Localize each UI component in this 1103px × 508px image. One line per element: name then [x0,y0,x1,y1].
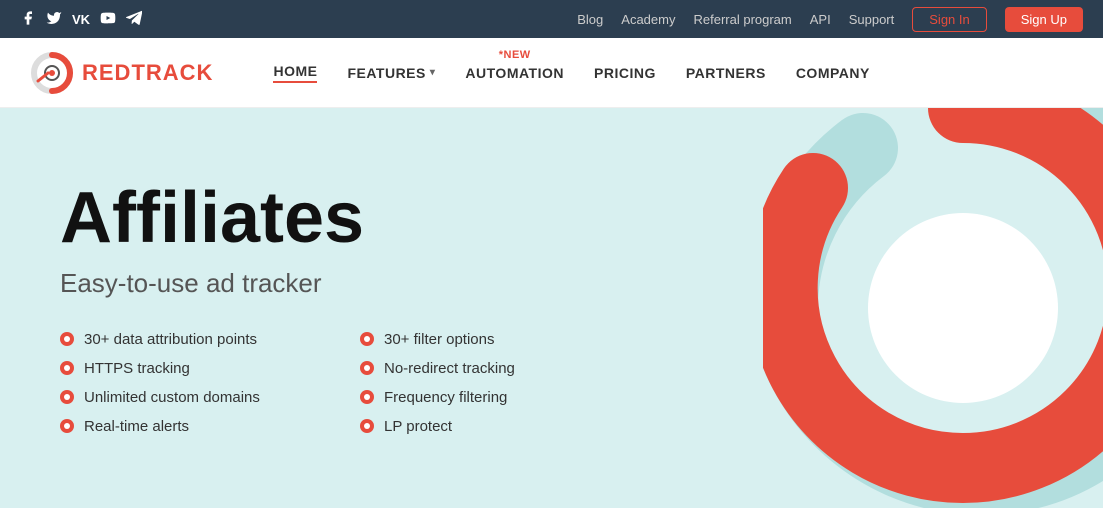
feature-item: 30+ filter options [360,331,620,348]
support-link[interactable]: Support [849,12,895,27]
features-list: 30+ data attribution points HTTPS tracki… [60,331,620,435]
feature-label: HTTPS tracking [84,360,190,377]
feature-label: 30+ data attribution points [84,331,257,348]
nav-bar: REDTRACK HOME FEATURES ▾ *NEW AUTOMATION… [0,38,1103,108]
top-nav-links: Blog Academy Referral program API Suppor… [577,7,1083,32]
bullet-icon [360,332,374,346]
bullet-icon [60,419,74,433]
api-link[interactable]: API [810,12,831,27]
twitter-icon[interactable] [46,10,62,29]
feature-item: Real-time alerts [60,418,320,435]
logo-text: REDTRACK [82,60,213,86]
feature-label: Real-time alerts [84,418,189,435]
top-bar: VK Blog Academy Referral program API Sup… [0,0,1103,38]
signin-button[interactable]: Sign In [912,7,986,32]
telegram-icon[interactable] [126,10,142,29]
nav-pricing[interactable]: PRICING [594,65,656,81]
feature-item: LP protect [360,418,620,435]
referral-link[interactable]: Referral program [693,12,791,27]
youtube-icon[interactable] [100,10,116,29]
logo[interactable]: REDTRACK [30,51,213,95]
nav-home[interactable]: HOME [273,63,317,83]
hero-section: Affiliates Easy-to-use ad tracker 30+ da… [0,108,1103,508]
features-right: 30+ filter options No-redirect tracking … [360,331,620,435]
new-badge: *NEW [499,49,531,61]
signup-button[interactable]: Sign Up [1005,7,1083,32]
nav-company[interactable]: COMPANY [796,65,870,81]
social-links: VK [20,10,142,29]
features-left: 30+ data attribution points HTTPS tracki… [60,331,320,435]
feature-label: No-redirect tracking [384,360,515,377]
bullet-icon [60,390,74,404]
hero-subtitle: Easy-to-use ad tracker [60,268,620,299]
logo-red: RED [82,60,131,85]
bullet-icon [360,419,374,433]
bullet-icon [60,332,74,346]
hero-title: Affiliates [60,182,620,254]
facebook-icon[interactable] [20,10,36,29]
feature-item: Frequency filtering [360,389,620,406]
hero-visual [763,108,1103,508]
features-dropdown-icon: ▾ [430,67,436,78]
feature-item: Unlimited custom domains [60,389,320,406]
feature-item: HTTPS tracking [60,360,320,377]
feature-label: Frequency filtering [384,389,507,406]
bullet-icon [360,390,374,404]
logo-icon [30,51,74,95]
main-nav: HOME FEATURES ▾ *NEW AUTOMATION PRICING … [273,63,1073,83]
nav-partners[interactable]: PARTNERS [686,65,766,81]
feature-label: 30+ filter options [384,331,495,348]
nav-features[interactable]: FEATURES ▾ [347,65,435,81]
academy-link[interactable]: Academy [621,12,675,27]
nav-automation[interactable]: *NEW AUTOMATION [465,65,564,81]
bullet-icon [360,361,374,375]
feature-label: LP protect [384,418,452,435]
feature-item: 30+ data attribution points [60,331,320,348]
donut-chart [763,108,1103,508]
feature-item: No-redirect tracking [360,360,620,377]
hero-content: Affiliates Easy-to-use ad tracker 30+ da… [60,182,620,435]
bullet-icon [60,361,74,375]
blog-link[interactable]: Blog [577,12,603,27]
vk-icon[interactable]: VK [72,12,90,27]
logo-black: TRACK [131,60,213,85]
feature-label: Unlimited custom domains [84,389,260,406]
